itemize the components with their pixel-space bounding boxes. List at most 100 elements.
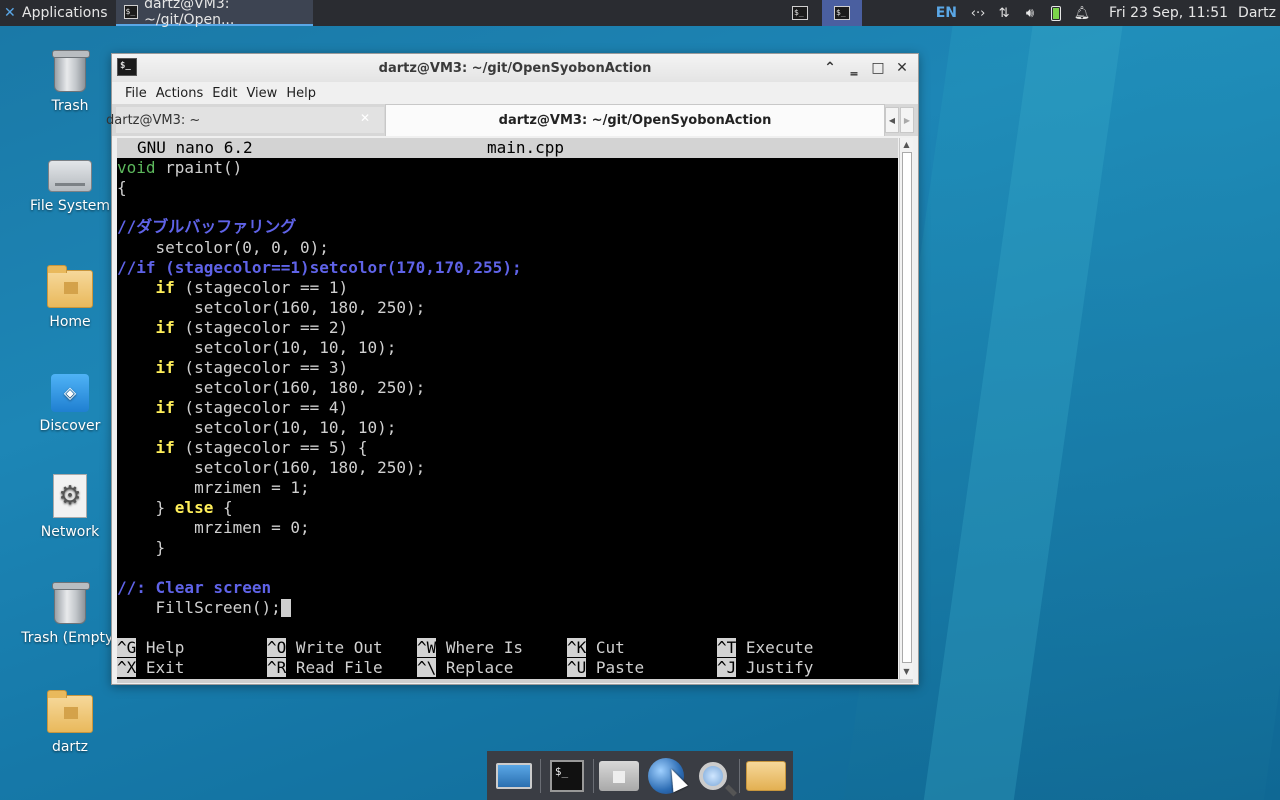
code-line: if (stagecolor == 4) (155, 398, 349, 417)
menu-help[interactable]: Help (286, 86, 325, 101)
terminal-icon: $_ (123, 5, 139, 19)
code-comment: //: Clear screen (117, 578, 272, 597)
tab-close-icon[interactable]: ✕ (360, 111, 370, 125)
clock[interactable]: Fri 23 Sep, 11:51 (1109, 5, 1228, 21)
shortcut-where-is[interactable]: ^W Where Is (417, 638, 523, 658)
code-line: mrzimen = 0; (117, 518, 310, 537)
terminal-content[interactable]: GNU nano 6.2 main.cpp void rpaint() { //… (117, 138, 898, 679)
code-line: if (stagecolor == 5) { (155, 438, 368, 457)
code-line: void rpaint() (117, 158, 243, 177)
shortcut-replace[interactable]: ^\ Replace (417, 658, 513, 678)
shortcut-read-file[interactable]: ^R Read File (267, 658, 383, 678)
code-line: FillScreen(); (117, 598, 291, 618)
terminal-icon: $_ (117, 58, 137, 76)
menu-actions[interactable]: Actions (156, 86, 213, 101)
shortcut-paste[interactable]: ^U Paste (567, 658, 644, 678)
maximize-icon[interactable]: □ (868, 58, 888, 78)
desktop-icon-network[interactable]: ⚙ Network (20, 474, 120, 540)
code-line: if (stagecolor == 1) (155, 278, 349, 297)
shortcut-cut[interactable]: ^K Cut (567, 638, 625, 658)
tab-scroll-right-icon[interactable]: ▶ (900, 107, 914, 133)
dock-terminal[interactable]: $_ (546, 756, 588, 796)
dock-file-manager[interactable] (598, 756, 640, 796)
code-line: mrzimen = 1; (117, 478, 310, 497)
top-panel: ✕ Applications $_ dartz@VM3: ~/git/Open.… (0, 0, 1280, 28)
workspace-2-button[interactable]: $_ (822, 0, 862, 26)
shortcut-execute[interactable]: ^T Execute (717, 638, 813, 658)
terminal-window: $_ dartz@VM3: ~/git/OpenSyobonAction ⌃ ‗… (106, 53, 919, 685)
wallpaper-accent (923, 0, 1127, 800)
desktop-icon-home[interactable]: Home (20, 265, 120, 330)
desktop-icon-label: Discover (39, 418, 101, 434)
applications-menu-button[interactable]: ✕ Applications (0, 0, 112, 26)
discover-bag-icon: ◈ (51, 374, 89, 412)
notification-bell-icon[interactable]: 🔔︎ (1069, 6, 1095, 21)
taskbar-window-label: dartz@VM3: ~/git/Open... (144, 0, 235, 28)
close-icon[interactable]: ✕ (892, 58, 912, 78)
battery-icon[interactable] (1051, 5, 1062, 21)
shortcut-justify[interactable]: ^J Justify (717, 658, 813, 678)
code-line: setcolor(160, 180, 250); (117, 378, 426, 397)
code-line: } (117, 538, 166, 557)
shortcut-write-out[interactable]: ^O Write Out (267, 638, 383, 658)
tab-label: dartz@VM3: ~/git/OpenSyobonAction (498, 113, 772, 128)
network-updown-icon[interactable]: ⇅ (991, 6, 1017, 21)
magnifier-icon (698, 761, 727, 790)
dock-app-finder[interactable] (692, 756, 734, 796)
home-folder-icon (47, 690, 93, 733)
code-line: if (stagecolor == 2) (155, 318, 349, 337)
desktop-icon-dartz[interactable]: dartz (20, 690, 120, 755)
code-line: } else { (117, 498, 233, 517)
dock-show-desktop[interactable] (493, 756, 535, 796)
terminal-scrollbar[interactable]: ▲ ▼ (899, 138, 913, 679)
taskbar-window-button[interactable]: $_ dartz@VM3: ~/git/Open... (115, 0, 313, 28)
desktop-icon-file-system[interactable]: File System (20, 160, 120, 214)
desktop-icon-discover[interactable]: ◈ Discover (20, 374, 120, 434)
minimize-icon[interactable]: ‗ (844, 58, 864, 78)
tab-label: dartz@VM3: ~ (106, 112, 201, 128)
code-line: setcolor(160, 180, 250); (117, 298, 426, 317)
tab-opensyobonaction[interactable]: dartz@VM3: ~/git/OpenSyobonAction (385, 104, 885, 136)
desktop-icon-label: Trash (51, 98, 89, 114)
menu-view[interactable]: View (246, 86, 286, 101)
dock-separator (540, 758, 542, 793)
desktop-icon-label: File System (29, 198, 111, 214)
workspace-1-button[interactable]: $_ (780, 0, 820, 26)
home-folder-icon (599, 760, 640, 791)
keyboard-layout-indicator[interactable]: EN (936, 5, 957, 21)
desktop-icon-trash[interactable]: Trash (20, 50, 120, 114)
xfce-mouse-icon: ✕ (4, 5, 16, 21)
gear-icon: ⚙ (53, 474, 87, 518)
trash-icon (52, 582, 90, 624)
shortcut-help[interactable]: ^G Help (117, 638, 184, 658)
shade-icon[interactable]: ⌃ (820, 58, 840, 78)
volume-icon[interactable]: 🔊︎ (1017, 6, 1043, 21)
window-title: dartz@VM3: ~/git/OpenSyobonAction (378, 60, 652, 76)
dock-separator (592, 758, 594, 793)
system-tray: EN ‹·› ⇅ 🔊︎ 🔔︎ Fri 23 Sep, 11:51 Dartz (936, 0, 1280, 26)
scroll-down-icon[interactable]: ▼ (900, 665, 913, 679)
scrollbar-thumb[interactable] (902, 152, 912, 663)
scroll-up-icon[interactable]: ▲ (900, 138, 913, 152)
code-line: setcolor(0, 0, 0); (117, 238, 329, 257)
user-menu[interactable]: Dartz (1238, 5, 1276, 21)
text-cursor (280, 599, 291, 617)
tab-home[interactable]: dartz@VM3: ~ ✕ (106, 107, 384, 133)
window-titlebar[interactable]: $_ dartz@VM3: ~/git/OpenSyobonAction ⌃ ‗… (112, 54, 918, 82)
shortcut-exit[interactable]: ^X Exit (117, 658, 184, 678)
terminal-icon: $_ (549, 759, 584, 792)
menu-edit[interactable]: Edit (212, 86, 246, 101)
tab-scroll-left-icon[interactable]: ◀ (885, 107, 899, 133)
dock-separator (738, 758, 740, 793)
window-bottom-border (117, 679, 913, 683)
show-desktop-icon (496, 762, 533, 789)
dock: $_ (487, 751, 793, 800)
drive-icon (48, 160, 92, 192)
dock-folder[interactable] (745, 756, 787, 796)
applications-label: Applications (22, 5, 108, 21)
network-arrows-icon[interactable]: ‹·› (965, 6, 991, 21)
desktop-icon-trash-empty[interactable]: Trash (Empty) (20, 582, 120, 646)
tab-bar: dartz@VM3: ~ ✕ dartz@VM3: ~/git/OpenSyob… (106, 104, 918, 136)
menu-file[interactable]: File (112, 86, 156, 101)
window-controls: ⌃ ‗ □ ✕ (820, 58, 912, 78)
